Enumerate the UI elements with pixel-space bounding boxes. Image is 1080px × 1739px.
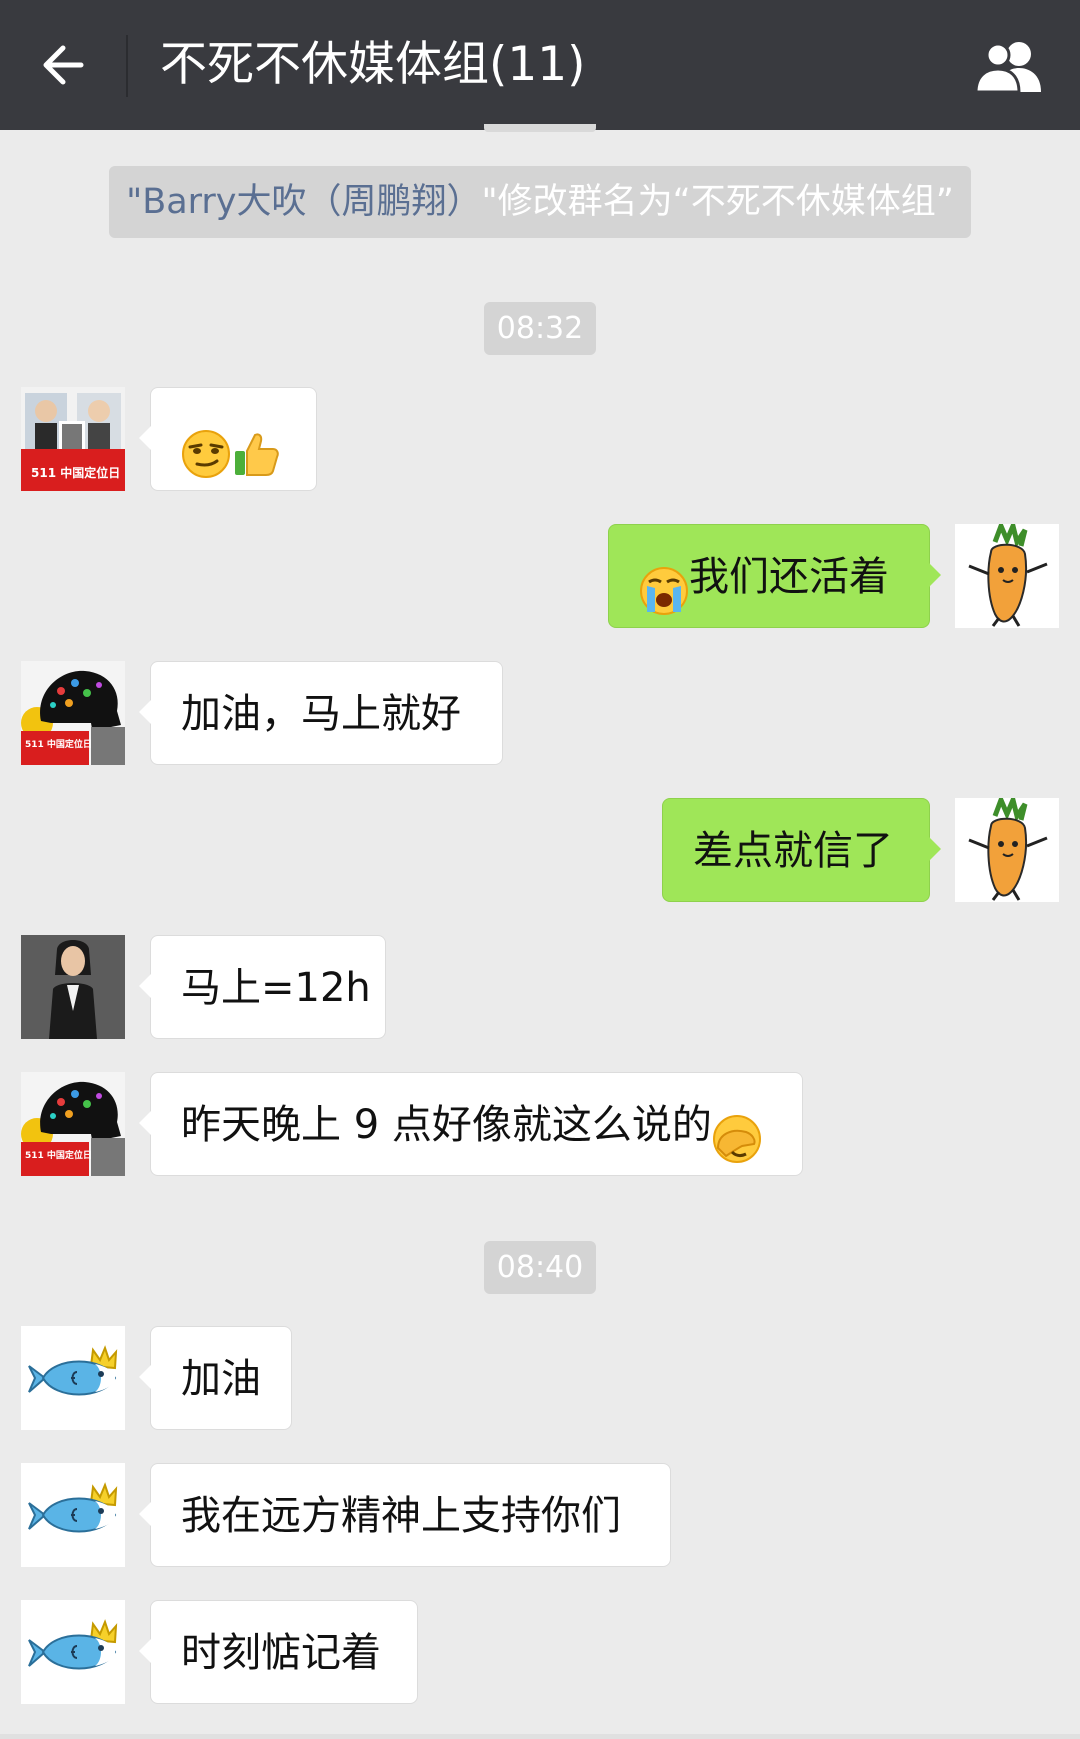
message-bubble-self[interactable]: 差点就信了 [662, 798, 941, 902]
group-members-icon[interactable] [973, 38, 1045, 94]
smirk-emoji-icon [181, 414, 231, 478]
message-bubble[interactable]: 加油，马上就好 [139, 661, 503, 765]
crying-emoji-icon [639, 551, 689, 615]
back-arrow-icon[interactable] [35, 35, 95, 95]
message-text: 我在远方精神上支持你们 [181, 1493, 621, 1539]
chat-title: 不死不休媒体组(11) [160, 37, 586, 92]
input-bar-edge [0, 1734, 1080, 1739]
avatar-511-brain-poster[interactable]: 511 中国定位日 [21, 1072, 125, 1176]
message-bubble[interactable]: 昨天晚上 9 点好像就这么说的 [139, 1072, 803, 1176]
title-bar: 不死不休媒体组(11) [0, 0, 1080, 130]
message-text: 加油 [181, 1356, 261, 1402]
message-text: 马上=12h [181, 965, 371, 1011]
message-text: 加油，马上就好 [181, 691, 461, 737]
timestamp: 08:40 [484, 1241, 596, 1294]
avatar-crowned-fish[interactable] [21, 1326, 125, 1430]
load-more-indicator [484, 124, 596, 132]
avatar-carrot[interactable] [955, 798, 1059, 902]
message-bubble[interactable]: 加油 [139, 1326, 292, 1430]
avatar-511-brain-poster[interactable]: 511 中国定位日 [21, 661, 125, 765]
avatar-carrot[interactable] [955, 524, 1059, 628]
message-bubble-self[interactable]: 我们还活着 [608, 524, 941, 628]
message-text: 差点就信了 [693, 828, 893, 874]
facepalm-emoji-icon [712, 1099, 762, 1163]
notice-user-name[interactable]: Barry大吹（周鹏翔） [142, 182, 481, 222]
timestamp: 08:32 [484, 302, 596, 355]
message-bubble[interactable]: 时刻惦记着 [139, 1600, 418, 1704]
avatar-woman-portrait[interactable] [21, 935, 125, 1039]
notice-text: "修改群名为“不死不休媒体组” [481, 182, 954, 222]
message-bubble[interactable]: 马上=12h [139, 935, 386, 1039]
system-notice: "Barry大吹（周鹏翔）"修改群名为“不死不休媒体组” [109, 166, 971, 238]
message-text: 昨天晚上 9 点好像就这么说的 [181, 1102, 712, 1148]
notice-quote: " [126, 182, 143, 222]
avatar-crowned-fish[interactable] [21, 1463, 125, 1567]
poster-text: 511 中国定位日 [25, 738, 92, 750]
thumbs-up-icon [231, 414, 281, 476]
title-divider [126, 35, 128, 97]
avatar-511-poster-two-men[interactable]: 511 中国定位日 [21, 387, 125, 491]
avatar-crowned-fish[interactable] [21, 1600, 125, 1704]
message-text: 我们还活着 [689, 554, 889, 600]
poster-text: 511 中国定位日 [25, 1149, 92, 1161]
poster-text: 511 中国定位日 [31, 465, 120, 480]
message-bubble[interactable]: 我在远方精神上支持你们 [139, 1463, 671, 1567]
message-bubble[interactable] [139, 387, 317, 491]
message-text: 时刻惦记着 [181, 1630, 381, 1676]
